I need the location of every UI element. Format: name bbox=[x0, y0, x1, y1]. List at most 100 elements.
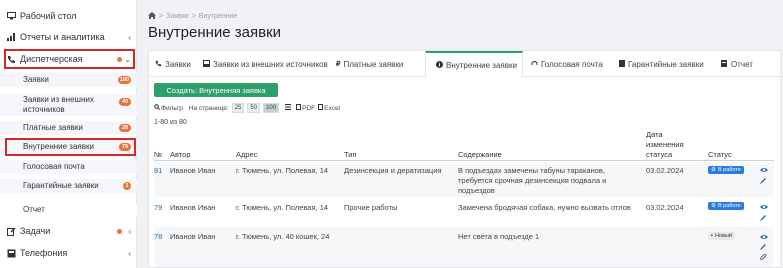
create-request-button[interactable]: Создать: Внутренняя заявка bbox=[154, 83, 278, 97]
count-badge: 180 bbox=[117, 76, 131, 84]
row-id-link[interactable]: 78 bbox=[154, 232, 162, 242]
sidebar-subitem-report[interactable]: Отчет bbox=[0, 203, 137, 217]
column-header-date[interactable]: Дата изменения статуса bbox=[646, 130, 684, 160]
chevron-left-icon: ‹ bbox=[128, 248, 131, 258]
edit-pencil-icon[interactable] bbox=[760, 177, 767, 186]
tab-warranty[interactable]: Гарантийные заявки bbox=[611, 51, 716, 77]
tab-label: Платные заявки bbox=[343, 59, 404, 69]
status-label: В работе bbox=[717, 167, 741, 173]
sidebar-subitem-label: Заявки bbox=[23, 75, 49, 84]
row-id-link[interactable]: 81 bbox=[154, 166, 162, 176]
home-icon[interactable] bbox=[148, 12, 156, 21]
view-eye-icon[interactable] bbox=[760, 233, 768, 242]
page-size-50[interactable]: 50 bbox=[247, 103, 261, 113]
edit-pencil-icon[interactable] bbox=[760, 243, 767, 252]
breadcrumb: > Заявки > Внутренние bbox=[148, 12, 237, 21]
table-toolbar: Фильтр На странице: 25 50 100 PDF Excel bbox=[154, 103, 340, 113]
content-line: подъездов bbox=[458, 186, 495, 195]
tab-voicemail[interactable]: Голосовая почта bbox=[523, 51, 611, 77]
book-icon bbox=[619, 59, 625, 69]
sidebar-item-desktop[interactable]: Рабочий стол bbox=[0, 9, 137, 23]
tab-label: Гарантийные заявки bbox=[628, 59, 704, 69]
column-header-type[interactable]: Тип bbox=[344, 150, 357, 159]
tab-internal[interactable]: Внутренние заявки bbox=[425, 51, 523, 78]
view-eye-icon[interactable] bbox=[760, 203, 768, 212]
export-excel-button[interactable]: Excel bbox=[318, 104, 340, 112]
chevron-left-icon: ‹ bbox=[128, 32, 131, 42]
edit-pencil-icon[interactable] bbox=[760, 214, 767, 223]
excel-label: Excel bbox=[324, 104, 341, 112]
sidebar: Рабочий стол Отчеты и аналитика ‹ Диспет… bbox=[0, 0, 137, 268]
content-line: требуется срочная дезинсекция подвала и bbox=[458, 176, 607, 185]
row-address: г. Тюмень, ул. Полевая, 14 bbox=[236, 203, 329, 212]
page-size-25[interactable]: 25 bbox=[231, 103, 245, 113]
sidebar-subitem-label: Голосовая почта bbox=[23, 162, 85, 171]
tab-label: Заявки bbox=[165, 59, 191, 69]
records-count: 1-80 из 80 bbox=[154, 119, 187, 126]
tab-external[interactable]: Заявки из внешних источников bbox=[197, 51, 330, 77]
columns-list-icon[interactable] bbox=[285, 104, 292, 112]
content-line: В подъездах замечены табуны тараканов, bbox=[458, 166, 605, 175]
report-icon bbox=[721, 59, 728, 69]
row-date: 03.02.2024 bbox=[646, 166, 684, 175]
sidebar-item-label: Телефония bbox=[20, 248, 68, 258]
row-author: Иванов Иван bbox=[170, 203, 216, 212]
tab-paid[interactable]: ₽ Платные заявки bbox=[330, 51, 425, 77]
pdf-label: PDF bbox=[302, 104, 316, 112]
column-header-author[interactable]: Автор bbox=[170, 150, 191, 159]
column-header-content[interactable]: Содержание bbox=[458, 150, 502, 159]
tab-bar: Заявки Заявки из внешних источников ₽ Пл… bbox=[149, 51, 780, 78]
tab-requests[interactable]: Заявки bbox=[149, 51, 197, 77]
sidebar-subitem-label: Платные заявки bbox=[23, 123, 83, 132]
header-line: Дата bbox=[646, 130, 663, 139]
info-icon bbox=[436, 60, 443, 70]
row-author: Иванов Иван bbox=[170, 166, 216, 175]
pdf-icon bbox=[296, 104, 302, 112]
excel-icon bbox=[318, 104, 324, 112]
table-row[interactable]: 78 Иванов Иван г. Тюмень, ул. 40 кошек, … bbox=[154, 227, 774, 267]
sidebar-item-reports[interactable]: Отчеты и аналитика ‹ bbox=[0, 30, 137, 44]
column-header-num[interactable]: № bbox=[154, 150, 162, 159]
status-badge: ▪ Новый bbox=[708, 232, 735, 240]
bar-chart-icon bbox=[6, 32, 16, 42]
breadcrumb-current: Внутренние bbox=[198, 13, 238, 20]
table-row[interactable]: 81 Иванов Иван г. Тюмень, ул. Полевая, 1… bbox=[154, 162, 774, 197]
sidebar-subitem-label: Заявки из внешних источников bbox=[23, 95, 94, 114]
content-line: Замечена бродячая собака, нужно вызвать … bbox=[458, 203, 631, 212]
count-badge: 28 bbox=[119, 124, 131, 132]
sidebar-subitem-warranty[interactable]: Гарантийные заявки 1 bbox=[0, 179, 137, 193]
breadcrumb-link-requests[interactable]: Заявки bbox=[166, 13, 189, 20]
attach-paperclip-icon[interactable] bbox=[760, 253, 767, 263]
sidebar-subitem-requests[interactable]: Заявки 180 bbox=[0, 73, 137, 87]
export-pdf-button[interactable]: PDF bbox=[296, 104, 315, 112]
filter-button[interactable]: Фильтр bbox=[154, 104, 183, 112]
column-header-address[interactable]: Адрес bbox=[236, 150, 257, 159]
sidebar-item-telephony[interactable]: Телефония ‹ bbox=[0, 246, 137, 260]
gear-icon: ⚙ bbox=[711, 203, 716, 209]
tab-label: Заявки из внешних источников bbox=[213, 59, 328, 69]
count-badge: 1 bbox=[123, 182, 131, 190]
inbox-icon bbox=[203, 59, 210, 69]
row-content: В подъездах замечены табуны тараканов, т… bbox=[458, 166, 606, 196]
row-date: 03.02.2024 bbox=[646, 203, 684, 212]
view-eye-icon[interactable] bbox=[760, 166, 768, 175]
breadcrumb-separator: > bbox=[191, 13, 196, 20]
highlight-frame-internal bbox=[5, 138, 136, 156]
sidebar-subitem-paid[interactable]: Платные заявки 28 bbox=[0, 121, 137, 135]
page-size-100[interactable]: 100 bbox=[263, 103, 280, 113]
sidebar-item-tasks[interactable]: Задачи ‹ bbox=[0, 224, 137, 238]
tab-report[interactable]: Отчет bbox=[716, 51, 753, 77]
phone-book-icon bbox=[6, 248, 16, 258]
row-id-link[interactable]: 79 bbox=[154, 203, 162, 213]
sidebar-subitem-external[interactable]: Заявки из внешних источников 40 bbox=[0, 94, 137, 116]
column-header-status[interactable]: Статус bbox=[708, 150, 732, 159]
row-type: Прочие работы bbox=[344, 203, 398, 212]
table-row[interactable]: 79 Иванов Иван г. Тюмень, ул. Полевая, 1… bbox=[154, 197, 774, 227]
row-type: Дезинсекция и дератизация bbox=[344, 166, 442, 175]
tab-label: Отчет bbox=[731, 59, 753, 69]
sidebar-item-label: Отчеты и аналитика bbox=[20, 32, 105, 42]
status-badge: ⚙ В работе bbox=[708, 202, 744, 210]
sidebar-subitem-voicemail[interactable]: Голосовая почта bbox=[0, 160, 137, 174]
chevron-left-icon: ‹ bbox=[128, 226, 131, 236]
content-card: Заявки Заявки из внешних источников ₽ Пл… bbox=[148, 50, 781, 268]
